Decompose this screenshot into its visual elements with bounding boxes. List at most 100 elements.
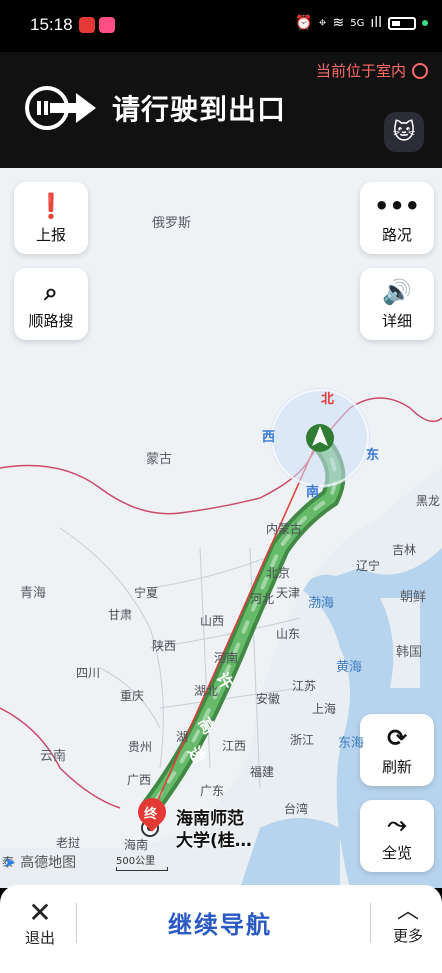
map-label-sichuan: 四川 <box>76 666 101 680</box>
compass-south: 南 <box>306 485 320 500</box>
close-icon: ✕ <box>28 896 52 929</box>
voice-assistant-button[interactable]: 🐱 <box>384 112 424 152</box>
compass-north: 北 <box>321 392 335 407</box>
end-marker-label: 终 <box>144 807 158 823</box>
exit-button[interactable]: ✕ 退出 <box>18 899 62 948</box>
map-label-south-korea: 韩国 <box>396 645 423 660</box>
voice-details-button[interactable]: 🔊 详细 <box>360 268 434 340</box>
report-label: 上报 <box>35 225 66 244</box>
indoor-label: 当前位于室内 <box>315 62 406 80</box>
bottom-bar: ✕ 退出 继续导航 ︿ 更多 <box>0 885 442 973</box>
map-label-gansu: 甘肃 <box>108 608 133 622</box>
map-label-zhejiang: 浙江 <box>290 733 315 747</box>
map-label-jiangsu: 江苏 <box>292 679 317 693</box>
overview-label: 全览 <box>381 843 412 862</box>
more-button[interactable]: ︿ 更多 <box>386 899 430 946</box>
compass-east: 东 <box>366 448 380 463</box>
turn-instruction: 请行驶到出口 <box>112 93 287 126</box>
map-label-beijing: 北京 <box>266 566 291 580</box>
map-label-guangxi: 广西 <box>127 773 152 787</box>
scale-bar <box>116 867 168 871</box>
location-icon: ⌖ <box>318 15 327 31</box>
map-label-east-china-sea: 东海 <box>338 736 365 751</box>
refresh-button[interactable]: ⟳ 刷新 <box>360 714 434 786</box>
map-scale: 500公里 <box>116 852 168 871</box>
wifi-icon: ≋ <box>332 15 345 31</box>
map-label-jilin: 吉林 <box>392 543 417 557</box>
refresh-icon: ⟳ <box>386 723 408 752</box>
map-label-liaoning: 辽宁 <box>356 559 381 573</box>
map-label-henan: 河南 <box>214 651 239 665</box>
navigation-banner: 当前位于室内 请行驶到出口 🐱 <box>0 52 442 168</box>
report-alert-icon: ❗ <box>36 191 66 220</box>
map-brand: ➤ 高德地图 <box>4 852 76 872</box>
map-label-mongolia: 蒙古 <box>146 452 173 467</box>
brand-label: 高德地图 <box>20 855 77 871</box>
map-label-bohai: 渤海 <box>308 596 335 611</box>
map-label-shanghai: 上海 <box>312 702 337 716</box>
map-label-ningxia: 宁夏 <box>134 586 159 600</box>
map-app-icon <box>79 17 95 33</box>
road-conditions-label: 路况 <box>381 225 412 244</box>
notification-app-icon <box>99 17 115 33</box>
map-label-heilongjiang: 黑龙 <box>416 494 441 508</box>
map-label-guangdong: 广东 <box>200 784 225 798</box>
refresh-label: 刷新 <box>381 757 412 776</box>
map-label-hebei: 河北 <box>250 592 275 606</box>
destination-line-2: 大学(桂… <box>176 831 252 851</box>
assistant-cat-icon: 🐱 <box>392 119 416 145</box>
report-button[interactable]: ❗ 上报 <box>14 182 88 254</box>
search-along-label: 顺路搜 <box>28 311 74 330</box>
network-label: 5G <box>350 17 365 29</box>
exit-label: 退出 <box>24 929 55 947</box>
alarm-icon: ⏰ <box>295 15 313 31</box>
speaker-icon: 🔊 <box>382 277 412 306</box>
continue-navigation-button[interactable]: 继续导航 <box>120 905 320 940</box>
more-label: 更多 <box>392 927 423 945</box>
divider-left <box>76 903 77 943</box>
map-label-anhui: 安徽 <box>256 692 281 706</box>
route-overview-icon: ⤳ <box>387 809 407 838</box>
charging-dot-icon <box>422 20 428 26</box>
map-label-north-korea: 朝鲜 <box>400 590 427 605</box>
map-label-shaanxi: 陕西 <box>152 639 177 653</box>
status-icons: ⏰ ⌖ ≋ 5G ıll <box>295 15 428 31</box>
overview-button[interactable]: ⤳ 全览 <box>360 800 434 872</box>
scale-label: 500公里 <box>116 856 156 867</box>
map-label-yunnan: 云南 <box>40 749 67 764</box>
indoor-icon <box>412 62 428 79</box>
compass-west: 西 <box>262 430 276 445</box>
map-label-russia: 俄罗斯 <box>152 216 192 231</box>
status-time: 15:18 <box>30 15 73 34</box>
map-label-shandong: 山东 <box>276 627 301 641</box>
map-label-hunan: 湖 <box>176 730 189 744</box>
map-label-inner-mongolia: 内蒙古 <box>266 522 303 536</box>
map-label-hainan: 海南 <box>124 838 149 852</box>
map-label-guizhou: 贵州 <box>128 740 153 754</box>
map-label-qinghai: 青海 <box>20 586 47 601</box>
battery-icon <box>388 16 416 30</box>
divider-right <box>370 903 371 943</box>
map-label-tianjin: 天津 <box>276 586 301 600</box>
chevron-up-icon: ︿ <box>396 899 419 924</box>
map-label-jiangxi: 江西 <box>222 739 247 753</box>
search-icon: ⌕ <box>44 277 58 306</box>
destination-label[interactable]: 海南师范 大学(桂… <box>176 808 252 852</box>
details-label: 详细 <box>381 311 412 330</box>
map-label-chongqing: 重庆 <box>120 689 145 703</box>
amap-logo-icon: ➤ <box>4 855 16 871</box>
exit-direction-icon <box>25 86 96 130</box>
map-view[interactable]: ❗ 上报 ••• 路况 ⌕ 顺路搜 🔊 详细 ⟳ 刷新 ⤳ 全览 北 西 东 南… <box>0 168 442 888</box>
status-bar: 15:18 ⏰ ⌖ ≋ 5G ıll <box>0 0 442 52</box>
signal-icon: ıll <box>370 15 382 31</box>
map-label-laos: 老挝 <box>56 836 81 850</box>
more-dots-icon: ••• <box>373 191 421 220</box>
map-label-shanxi: 山西 <box>200 614 225 628</box>
indoor-indicator[interactable]: 当前位于室内 <box>316 60 428 81</box>
search-along-button[interactable]: ⌕ 顺路搜 <box>14 268 88 340</box>
map-label-fujian: 福建 <box>250 765 275 779</box>
destination-line-1: 海南师范 <box>176 809 244 829</box>
map-label-taiwan: 台湾 <box>284 802 309 816</box>
road-conditions-button[interactable]: ••• 路况 <box>360 182 434 254</box>
map-label-yellow-sea: 黄海 <box>336 660 363 675</box>
